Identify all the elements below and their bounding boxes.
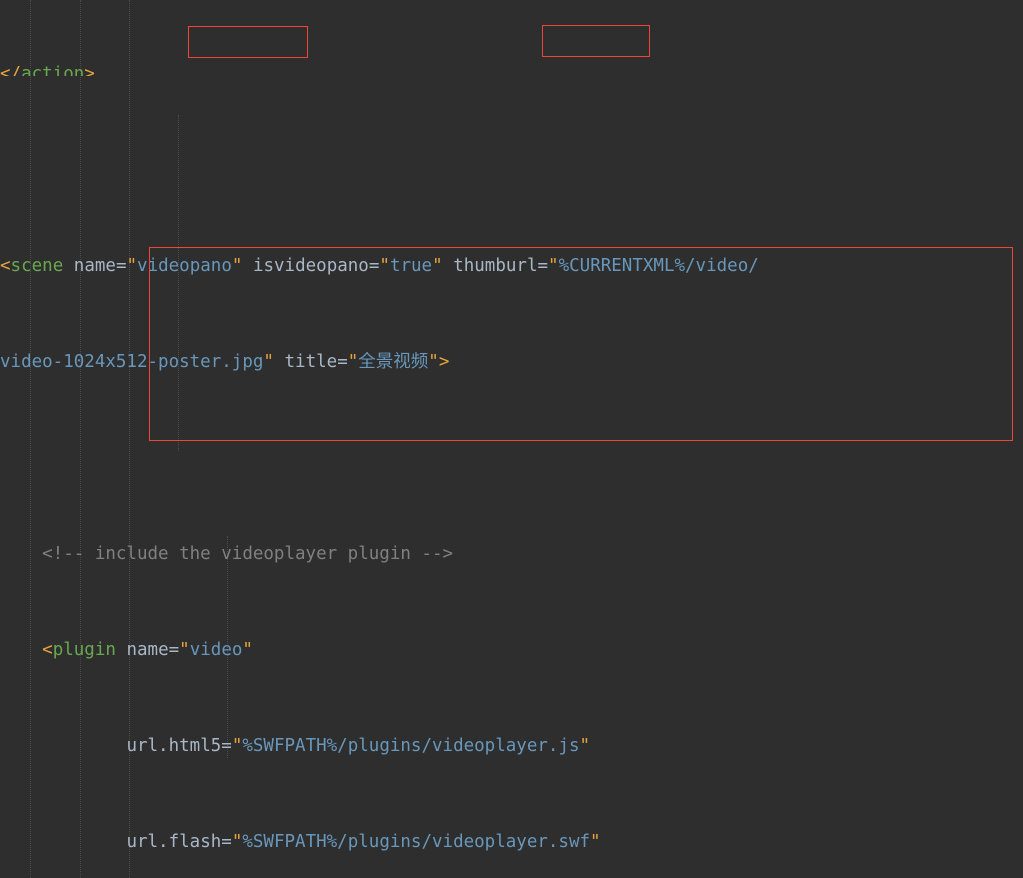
code-line[interactable]: </action> bbox=[0, 62, 1023, 76]
code-line[interactable]: url.flash="%SWFPATH%/plugins/videoplayer… bbox=[0, 830, 1023, 854]
code-line[interactable] bbox=[0, 446, 1023, 470]
code-editor[interactable]: </action> <scene name="videopano" isvide… bbox=[0, 0, 1023, 878]
code-line[interactable]: url.html5="%SWFPATH%/plugins/videoplayer… bbox=[0, 734, 1023, 758]
code-line[interactable] bbox=[0, 158, 1023, 182]
code-line[interactable]: video-1024x512-poster.jpg" title="全景视频"> bbox=[0, 350, 1023, 374]
code-line[interactable]: <!-- include the videoplayer plugin --> bbox=[0, 542, 1023, 566]
code-text-area[interactable]: </action> <scene name="videopano" isvide… bbox=[0, 0, 1023, 878]
code-line[interactable]: <plugin name="video" bbox=[0, 638, 1023, 662]
code-line[interactable]: <scene name="videopano" isvideopano="tru… bbox=[0, 254, 1023, 278]
